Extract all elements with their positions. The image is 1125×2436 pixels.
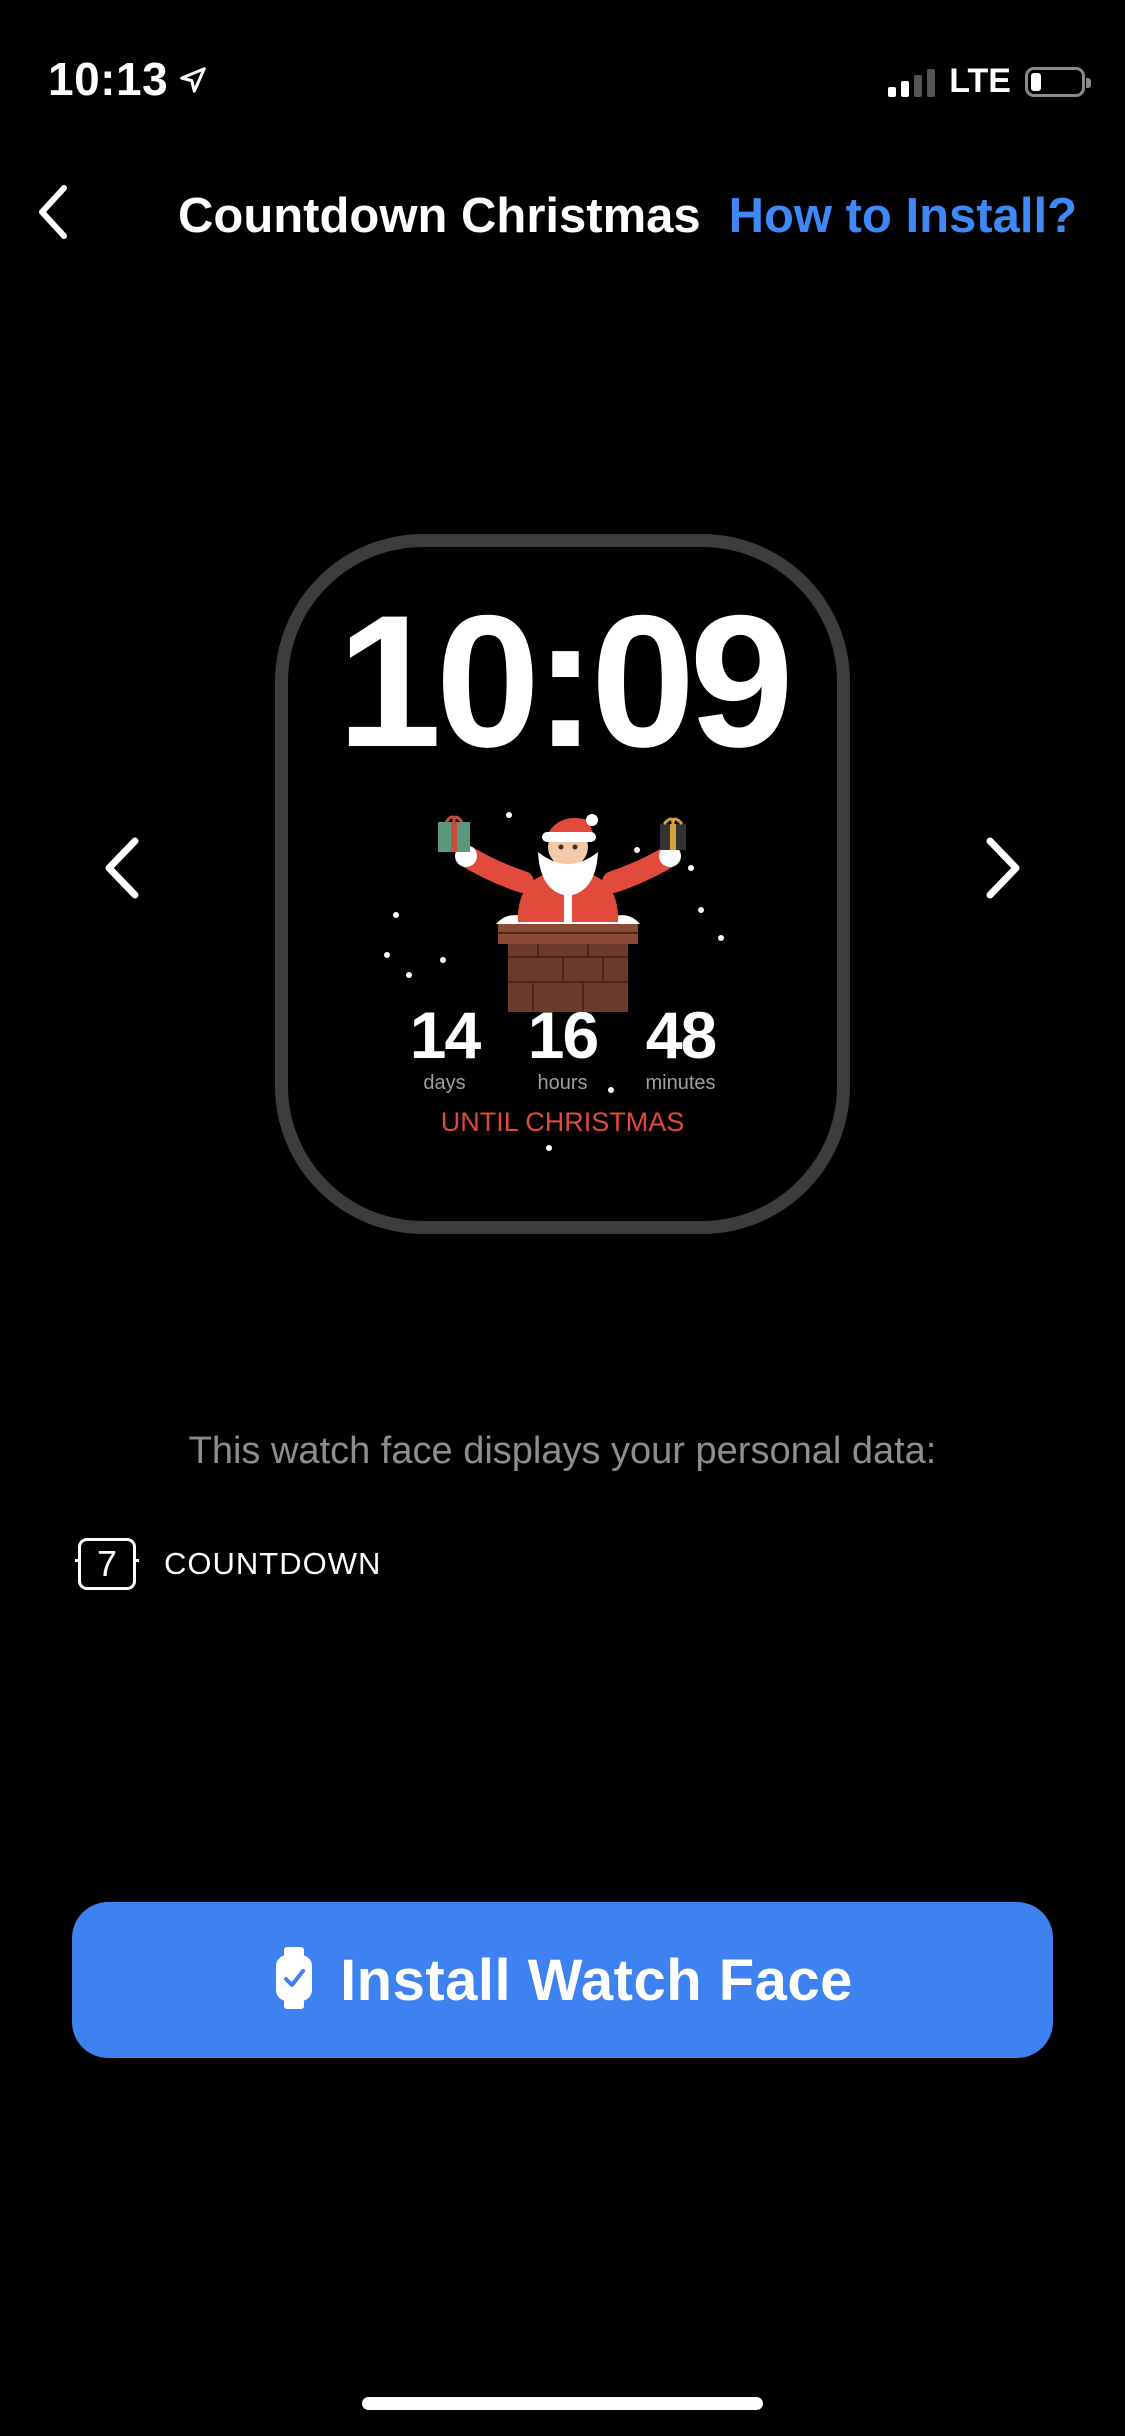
countdown-hours-label: hours [537,1072,588,1094]
previous-face-button[interactable] [82,830,162,910]
countdown-days: 14 days [400,1002,490,1095]
watch-preview-carousel: 10:09 14 days 16 hours 48 minutes UNTIL … [0,530,1125,1240]
snowflake [718,935,724,941]
watch-face-preview: 10:09 14 days 16 hours 48 minutes UNTIL … [275,534,850,1234]
snowflake [688,865,694,871]
snowflake [506,812,512,818]
snowflake [440,957,446,963]
how-to-install-link[interactable]: How to Install? [729,188,1077,244]
countdown-icon-number: 7 [96,1543,118,1584]
location-arrow-icon [178,52,208,106]
personal-data-heading: This watch face displays your personal d… [188,1430,937,1472]
santa-illustration [438,814,686,1012]
signal-icon [888,67,936,97]
countdown-days-label: days [423,1072,466,1094]
countdown-hours: 16 hours [518,1002,608,1095]
chevron-right-icon [980,833,1026,908]
status-indicators: LTE [888,62,1091,101]
personal-data-item-countdown: 7 COUNTDOWN [75,1538,382,1590]
battery-icon [1025,66,1091,97]
back-button[interactable] [22,184,82,244]
countdown-icon: 7 [75,1538,139,1590]
chevron-left-icon [32,182,72,247]
snowflake [698,907,704,913]
snowflake [384,952,390,958]
countdown-minutes-value: 48 [645,998,717,1072]
network-type: LTE [949,62,1011,100]
watch-time: 10:09 [337,576,794,786]
home-indicator[interactable] [362,2397,763,2410]
install-watch-face-button[interactable]: Install Watch Face [72,1902,1053,2058]
status-time: 10:13 [48,52,208,106]
watch-icon [272,1945,316,2016]
snowflake [406,972,412,978]
countdown-days-value: 14 [409,998,481,1072]
nav-bar: Countdown Christmas How to Install? [0,170,1125,260]
snowflake [393,912,399,918]
status-bar: 10:13 LTE [0,0,1125,150]
countdown-hours-value: 16 [527,998,599,1072]
next-face-button[interactable] [963,830,1043,910]
snowflake [634,847,640,853]
countdown-minutes: 48 minutes [636,1002,726,1095]
status-time-text: 10:13 [48,53,169,105]
snowflake [546,1145,552,1151]
personal-data-label: COUNTDOWN [164,1546,382,1581]
countdown-display: 14 days 16 hours 48 minutes [288,1002,837,1095]
countdown-minutes-label: minutes [645,1072,716,1094]
chevron-left-icon [99,833,145,908]
page-title: Countdown Christmas [178,189,701,243]
until-christmas-label: UNTIL CHRISTMAS [440,1107,685,1137]
install-button-label: Install Watch Face [340,1947,853,2013]
